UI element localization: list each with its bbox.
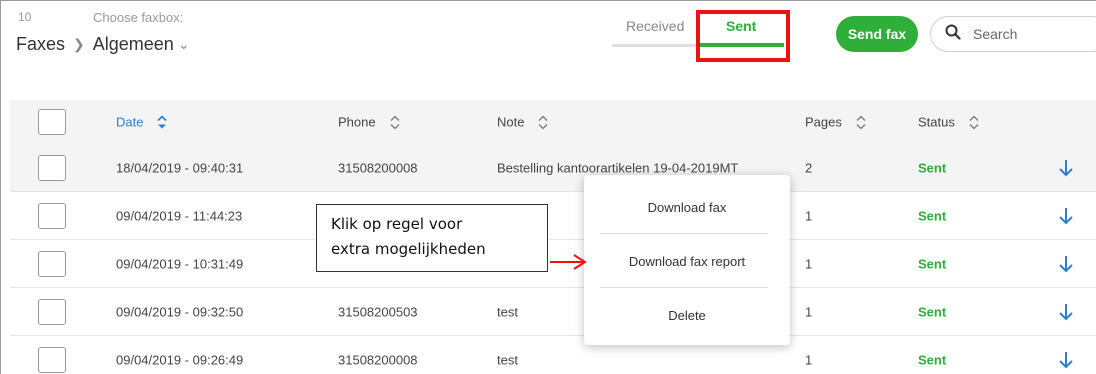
row-checkbox[interactable] (38, 346, 66, 373)
cell-status: Sent (918, 208, 947, 223)
cell-note: test (497, 352, 518, 367)
column-label-phone: Phone (338, 114, 376, 130)
cell-date: 18/04/2019 - 09:40:31 (116, 160, 244, 175)
cell-pages: 1 (805, 208, 813, 223)
sort-icon (969, 115, 979, 129)
sort-icon (390, 115, 400, 129)
arrow-right-icon (550, 254, 587, 270)
column-label-status: Status (918, 114, 955, 130)
download-arrow-icon[interactable] (1058, 351, 1074, 369)
cell-phone: 31508200008 (338, 352, 418, 367)
breadcrumb: Faxes ❯ Algemeen ⌄ (16, 34, 190, 55)
row-checkbox[interactable] (38, 250, 66, 277)
menu-item-download-fax[interactable]: Download fax (584, 181, 790, 233)
column-header-note[interactable]: Note (497, 115, 548, 130)
faxbox-selector[interactable]: Algemeen (93, 34, 174, 55)
download-arrow-icon[interactable] (1058, 303, 1074, 321)
row-checkbox[interactable] (38, 298, 66, 325)
table-row[interactable]: 09/04/2019 - 09:32:50 31508200503 test 1… (10, 288, 1096, 336)
faxbox-label: Choose faxbox: (93, 10, 184, 25)
search-icon (945, 24, 961, 45)
callout-line-1: Klik op regel voor (331, 215, 463, 233)
cell-pages: 1 (805, 352, 813, 367)
chevron-down-icon[interactable]: ⌄ (178, 36, 190, 53)
search-box[interactable] (930, 16, 1096, 52)
column-header-phone[interactable]: Phone (338, 115, 400, 130)
highlight-annotation-box (696, 10, 790, 62)
select-all-checkbox[interactable] (38, 109, 66, 135)
download-arrow-icon[interactable] (1058, 207, 1074, 225)
fax-count: 10 (18, 10, 32, 24)
sort-icon (856, 115, 866, 129)
search-input[interactable] (973, 26, 1073, 42)
send-fax-button[interactable]: Send fax (836, 16, 918, 52)
cell-date: 09/04/2019 - 09:26:49 (116, 352, 244, 367)
cell-phone: 31508200008 (338, 160, 418, 175)
cell-status: Sent (918, 352, 947, 367)
column-header-pages[interactable]: Pages (805, 115, 866, 130)
cell-note: Bestelling kantoorartikelen 19-04-2019MT (497, 160, 739, 175)
table-header: Date Phone Note Pages Status (10, 100, 1096, 144)
cell-pages: 1 (805, 304, 813, 319)
sort-icon (539, 115, 548, 129)
download-arrow-icon[interactable] (1058, 159, 1074, 177)
column-header-date[interactable]: Date (116, 114, 168, 130)
cell-status: Sent (918, 304, 947, 319)
instruction-callout: Klik op regel voor extra mogelijkheden (316, 204, 548, 272)
cell-note: test (497, 304, 518, 319)
cell-status: Sent (918, 256, 947, 271)
sort-icon (157, 115, 168, 128)
breadcrumb-root[interactable]: Faxes (16, 34, 65, 55)
column-label-note: Note (497, 114, 525, 130)
callout-line-2: extra mogelijkheden (331, 240, 486, 258)
table-row[interactable]: 18/04/2019 - 09:40:31 31508200008 Bestel… (10, 144, 1096, 192)
tab-received[interactable]: Received (626, 18, 684, 34)
column-label-pages: Pages (805, 114, 842, 130)
column-label-date: Date (116, 114, 144, 130)
row-checkbox[interactable] (38, 154, 66, 181)
cell-date: 09/04/2019 - 11:44:23 (116, 208, 243, 223)
column-header-status[interactable]: Status (918, 115, 979, 130)
cell-date: 09/04/2019 - 09:32:50 (116, 304, 244, 319)
chevron-right-icon: ❯ (73, 36, 85, 52)
table-row[interactable]: 09/04/2019 - 09:26:49 31508200008 test 1… (10, 336, 1096, 374)
menu-item-download-fax-report[interactable]: Download fax report (584, 235, 790, 287)
cell-pages: 1 (805, 256, 813, 271)
row-context-menu: Download fax Download fax report Delete (584, 175, 790, 345)
cell-pages: 2 (805, 160, 813, 175)
cell-phone: 31508200503 (338, 304, 418, 319)
download-arrow-icon[interactable] (1058, 255, 1074, 273)
menu-item-delete[interactable]: Delete (584, 289, 790, 341)
table-row[interactable]: 09/04/2019 - 11:44:23 1 Sent (10, 192, 1096, 240)
menu-divider (600, 233, 768, 234)
cell-date: 09/04/2019 - 10:31:49 (116, 256, 244, 271)
cell-status: Sent (918, 160, 947, 175)
menu-divider (600, 287, 768, 288)
tab-track (612, 44, 700, 47)
row-checkbox[interactable] (38, 202, 66, 229)
